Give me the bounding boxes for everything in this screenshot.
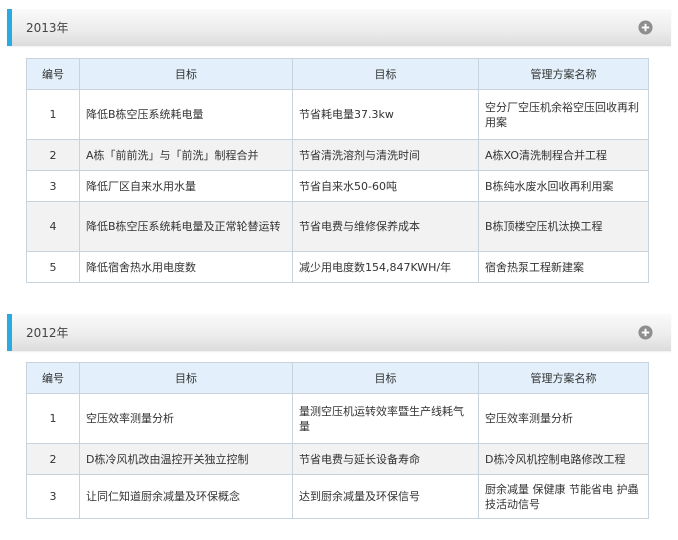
- cell-target: 降低宿舍热水用电度数: [79, 251, 293, 283]
- cell-plan-name: B栋纯水废水回收再利用案: [478, 170, 649, 202]
- cell-number: 5: [26, 251, 80, 283]
- cell-plan-name: D栋冷风机控制电路修改工程: [478, 443, 649, 475]
- column-header-number: 编号: [26, 58, 80, 90]
- cell-plan-name: 空压效率测量分析: [478, 393, 649, 444]
- cell-plan-name: A栋XO清洗制程合并工程: [478, 139, 649, 171]
- cell-target-2: 节省耗电量37.3kw: [292, 89, 479, 140]
- cell-number: 2: [26, 139, 80, 171]
- cell-number: 1: [26, 89, 80, 140]
- cell-plan-name: 宿舍热泵工程新建案: [478, 251, 649, 283]
- table-row: 3 让同仁知道厨余减量及环保概念 达到厨余减量及环保信号 厨余减量 保健康 节能…: [26, 474, 649, 519]
- column-header-target: 目标: [79, 362, 293, 394]
- section-2013: 2013年 编号 目标 目标 管理方案名称 1 降低B栋空压系统耗电量 节省耗电…: [7, 9, 671, 283]
- cell-number: 3: [26, 474, 80, 519]
- column-header-number: 编号: [26, 362, 80, 394]
- column-header-target-2: 目标: [292, 58, 479, 90]
- cell-target: 降低B栋空压系统耗电量及正常轮替运转: [79, 201, 293, 252]
- cell-number: 2: [26, 443, 80, 475]
- table-header-row: 编号 目标 目标 管理方案名称: [26, 362, 649, 394]
- table-row: 2 A栋「前前洗」与「前洗」制程合并 节省清洗溶剂与清洗时间 A栋XO清洗制程合…: [26, 139, 649, 171]
- table-row: 2 D栋冷风机改由温控开关独立控制 节省电费与延长设备寿命 D栋冷风机控制电路修…: [26, 443, 649, 475]
- column-header-plan-name: 管理方案名称: [478, 58, 649, 90]
- cell-target-2: 减少用电度数154,847KWH/年: [292, 251, 479, 283]
- plus-circle-icon[interactable]: [638, 20, 653, 35]
- cell-number: 3: [26, 170, 80, 202]
- section-title: 2013年: [26, 21, 69, 35]
- cell-target: 降低B栋空压系统耗电量: [79, 89, 293, 140]
- plus-circle-icon[interactable]: [638, 325, 653, 340]
- cell-plan-name: 空分厂空压机余裕空压回收再利用案: [478, 89, 649, 140]
- data-table-2012: 编号 目标 目标 管理方案名称 1 空压效率测量分析 量测空压机运转效率暨生产线…: [26, 362, 649, 519]
- cell-number: 4: [26, 201, 80, 252]
- cell-target-2: 节省电费与延长设备寿命: [292, 443, 479, 475]
- table-row: 3 降低厂区自来水用水量 节省自来水50-60吨 B栋纯水废水回收再利用案: [26, 170, 649, 202]
- cell-target: A栋「前前洗」与「前洗」制程合并: [79, 139, 293, 171]
- cell-plan-name: B栋顶楼空压机汰换工程: [478, 201, 649, 252]
- cell-target-2: 节省电费与维修保养成本: [292, 201, 479, 252]
- column-header-plan-name: 管理方案名称: [478, 362, 649, 394]
- column-header-target-2: 目标: [292, 362, 479, 394]
- cell-target: 空压效率测量分析: [79, 393, 293, 444]
- section-header-2013[interactable]: 2013年: [7, 9, 671, 46]
- section-2012: 2012年 编号 目标 目标 管理方案名称 1 空压效率测量分析 量测空压机运转…: [7, 314, 671, 519]
- cell-plan-name: 厨余减量 保健康 节能省电 护蟲技活动信号: [478, 474, 649, 519]
- table-header-row: 编号 目标 目标 管理方案名称: [26, 58, 649, 90]
- cell-target: 让同仁知道厨余减量及环保概念: [79, 474, 293, 519]
- table-row: 5 降低宿舍热水用电度数 减少用电度数154,847KWH/年 宿舍热泵工程新建…: [26, 251, 649, 283]
- table-row: 1 空压效率测量分析 量测空压机运转效率暨生产线耗气量 空压效率测量分析: [26, 393, 649, 444]
- cell-number: 1: [26, 393, 80, 444]
- cell-target-2: 达到厨余减量及环保信号: [292, 474, 479, 519]
- data-table-2013: 编号 目标 目标 管理方案名称 1 降低B栋空压系统耗电量 节省耗电量37.3k…: [26, 58, 649, 283]
- cell-target: 降低厂区自来水用水量: [79, 170, 293, 202]
- cell-target: D栋冷风机改由温控开关独立控制: [79, 443, 293, 475]
- cell-target-2: 节省清洗溶剂与清洗时间: [292, 139, 479, 171]
- cell-target-2: 节省自来水50-60吨: [292, 170, 479, 202]
- column-header-target: 目标: [79, 58, 293, 90]
- section-title: 2012年: [26, 326, 69, 340]
- cell-target-2: 量测空压机运转效率暨生产线耗气量: [292, 393, 479, 444]
- table-row: 4 降低B栋空压系统耗电量及正常轮替运转 节省电费与维修保养成本 B栋顶楼空压机…: [26, 201, 649, 252]
- section-header-2012[interactable]: 2012年: [7, 314, 671, 351]
- table-row: 1 降低B栋空压系统耗电量 节省耗电量37.3kw 空分厂空压机余裕空压回收再利…: [26, 89, 649, 140]
